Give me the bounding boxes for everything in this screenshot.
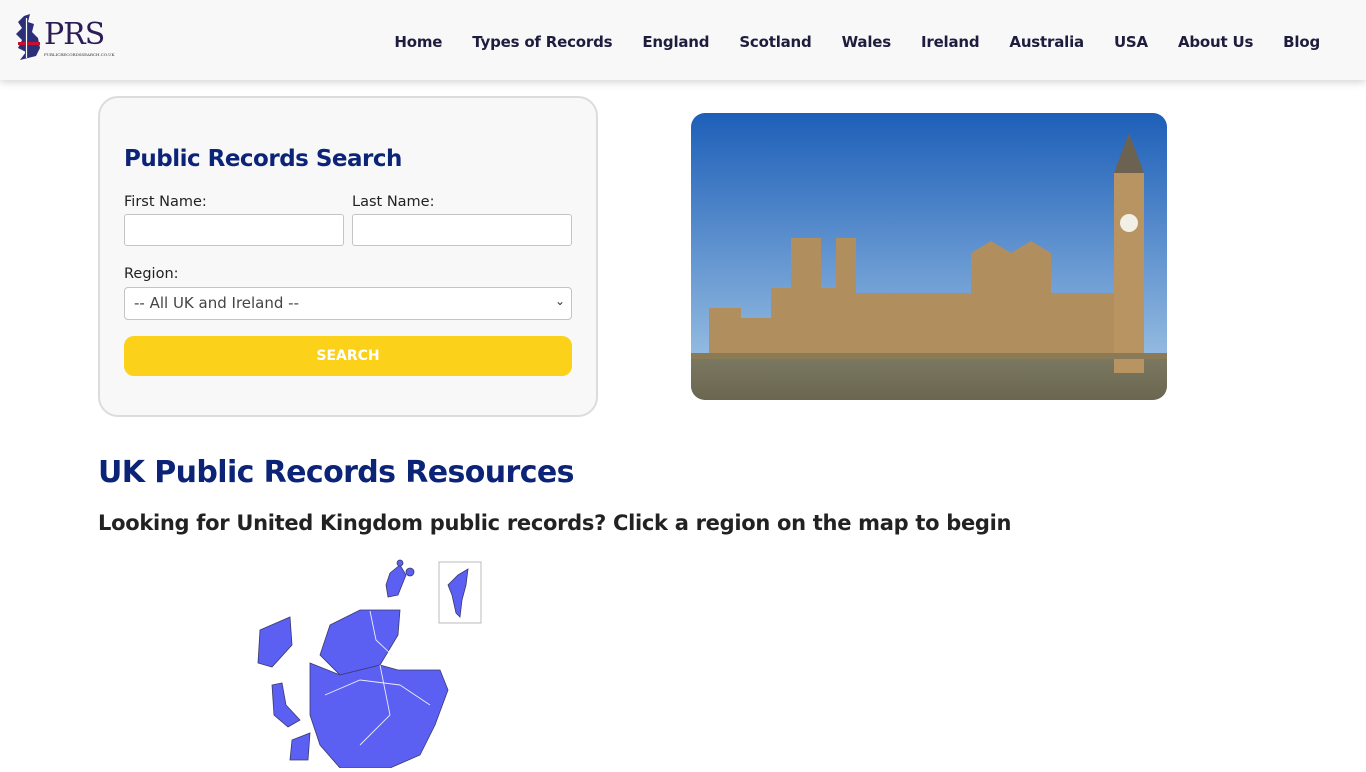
nav-usa[interactable]: USA bbox=[1114, 33, 1148, 51]
region-selected-value: -- All UK and Ireland -- bbox=[134, 294, 299, 312]
logo-subtext: PUBLICRECORDSSEARCH.CO.UK bbox=[44, 52, 115, 57]
main-nav: Home Types of Records England Scotland W… bbox=[364, 33, 1320, 51]
nav-about-us[interactable]: About Us bbox=[1178, 33, 1253, 51]
first-name-input[interactable] bbox=[124, 214, 344, 246]
uk-flag-map-icon bbox=[16, 14, 40, 60]
logo[interactable]: PRS PUBLICRECORDSSEARCH.CO.UK bbox=[14, 14, 115, 62]
logo-text: PRS bbox=[44, 17, 105, 52]
region-select[interactable]: -- All UK and Ireland -- ⌄ bbox=[124, 287, 572, 320]
region-label: Region: bbox=[124, 266, 179, 282]
map-region-highlands bbox=[319, 609, 401, 676]
map-region-islay bbox=[289, 732, 311, 761]
site-header: PRS PUBLICRECORDSSEARCH.CO.UK Home Types… bbox=[0, 0, 1366, 80]
nav-australia[interactable]: Australia bbox=[1009, 33, 1084, 51]
nav-scotland[interactable]: Scotland bbox=[739, 33, 811, 51]
nav-blog[interactable]: Blog bbox=[1283, 33, 1320, 51]
search-button[interactable]: SEARCH bbox=[124, 336, 572, 376]
map-region-orkney-isle bbox=[396, 559, 404, 567]
resources-title: UK Public Records Resources bbox=[98, 455, 575, 490]
nav-types-of-records[interactable]: Types of Records bbox=[472, 33, 612, 51]
uk-region-map[interactable] bbox=[230, 555, 500, 769]
map-region-western-isles bbox=[257, 616, 293, 668]
search-card: Public Records Search First Name: Last N… bbox=[98, 96, 598, 417]
nav-home[interactable]: Home bbox=[394, 33, 442, 51]
first-name-label: First Name: bbox=[124, 194, 207, 210]
nav-ireland[interactable]: Ireland bbox=[921, 33, 980, 51]
map-region-skye bbox=[271, 682, 301, 728]
map-region-orkney bbox=[385, 564, 407, 598]
last-name-input[interactable] bbox=[352, 214, 572, 246]
search-title: Public Records Search bbox=[124, 146, 402, 172]
map-region-orkney-isle bbox=[405, 567, 415, 577]
nav-england[interactable]: England bbox=[642, 33, 709, 51]
parliament-photo bbox=[691, 113, 1167, 400]
last-name-label: Last Name: bbox=[352, 194, 435, 210]
chevron-down-icon: ⌄ bbox=[554, 294, 565, 308]
map-region-central bbox=[309, 662, 449, 769]
resources-subtitle: Looking for United Kingdom public record… bbox=[98, 511, 1012, 535]
nav-wales[interactable]: Wales bbox=[842, 33, 892, 51]
